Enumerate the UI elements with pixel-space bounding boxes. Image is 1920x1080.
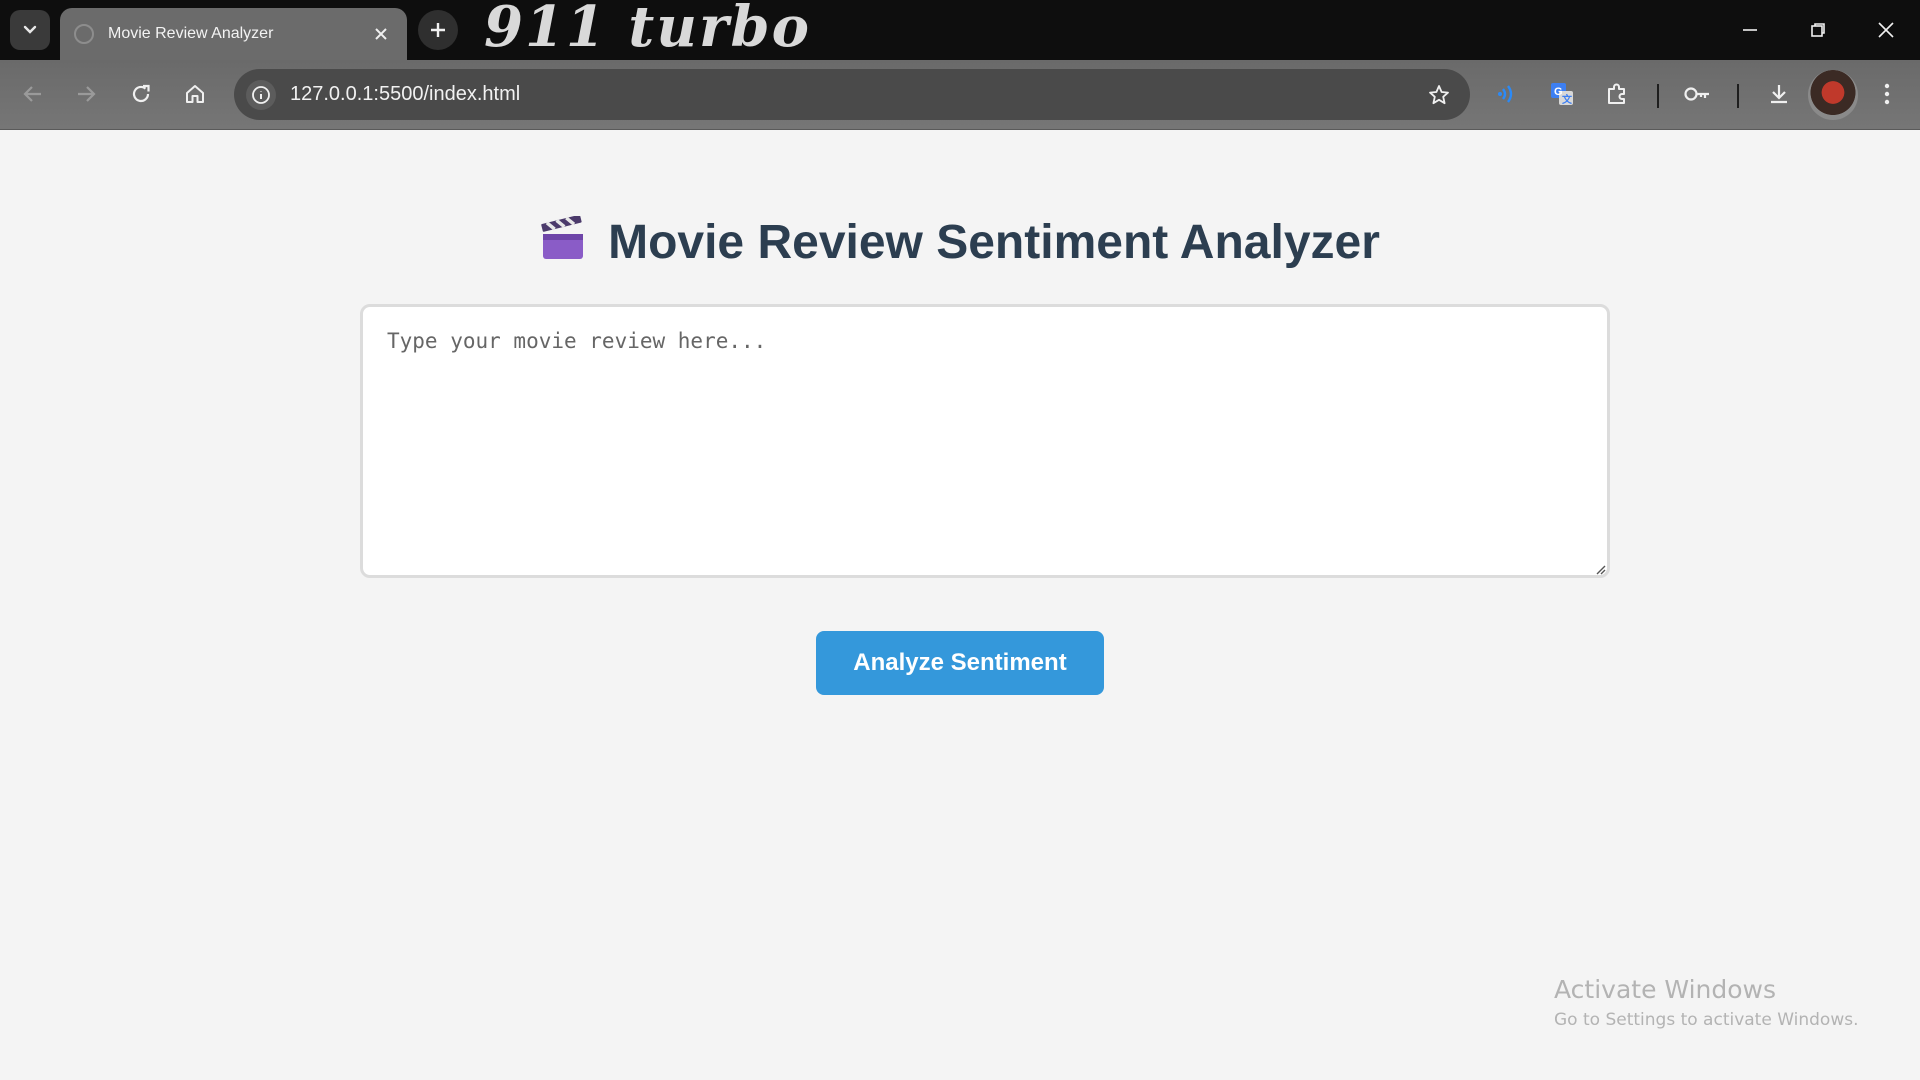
minimize-icon <box>1743 29 1757 31</box>
browser-tab-active[interactable]: Movie Review Analyzer <box>60 8 407 60</box>
review-textarea[interactable] <box>360 304 1610 578</box>
read-aloud-button[interactable] <box>1488 74 1528 114</box>
info-icon <box>252 85 270 104</box>
window-close-button[interactable] <box>1852 0 1920 60</box>
restore-icon <box>1811 23 1825 37</box>
extensions-icon <box>1608 83 1625 104</box>
browser-menu-button[interactable] <box>1867 74 1907 114</box>
profile-avatar[interactable] <box>1808 70 1858 120</box>
password-key-icon <box>1684 87 1709 101</box>
reload-icon <box>132 84 150 103</box>
tab-title: Movie Review Analyzer <box>108 25 274 42</box>
home-button[interactable] <box>175 74 215 114</box>
address-bar[interactable]: 127.0.0.1:5500/index.html <box>234 69 1470 120</box>
window-restore-button[interactable] <box>1784 0 1852 60</box>
translate-icon: G 文 <box>1551 83 1573 106</box>
home-icon <box>186 85 204 103</box>
window-minimize-button[interactable] <box>1716 0 1784 60</box>
svg-text:文: 文 <box>1562 93 1573 106</box>
analyze-sentiment-button[interactable]: Analyze Sentiment <box>816 631 1104 695</box>
password-manager-button[interactable] <box>1677 74 1717 114</box>
page-title: Movie Review Sentiment Analyzer <box>0 215 1920 274</box>
theme-logo-text: 911 turbo <box>484 0 811 60</box>
page-title-text: Movie Review Sentiment Analyzer <box>608 216 1380 269</box>
read-aloud-icon <box>1498 85 1513 103</box>
star-icon <box>1429 84 1449 104</box>
globe-icon <box>74 24 94 44</box>
browser-title-bar: Movie Review Analyzer 911 turbo <box>0 0 1920 60</box>
watermark-title: Activate Windows <box>1554 975 1776 1004</box>
kebab-menu-icon <box>1884 83 1890 105</box>
activate-windows-watermark: Activate Windows Go to Settings to activ… <box>1554 975 1859 1030</box>
page-content: Movie Review Sentiment Analyzer Analyze … <box>0 131 1920 1080</box>
reload-button[interactable] <box>121 74 161 114</box>
close-icon <box>375 28 387 40</box>
extensions-button[interactable] <box>1597 74 1637 114</box>
back-arrow-icon <box>23 86 41 102</box>
clapper-board-icon <box>540 215 586 274</box>
back-button[interactable] <box>13 74 53 114</box>
plus-icon <box>431 23 445 37</box>
browser-toolbar: 127.0.0.1:5500/index.html G 文 <box>0 60 1920 130</box>
bookmark-star-button[interactable] <box>1424 80 1454 110</box>
translate-button[interactable]: G 文 <box>1542 74 1582 114</box>
site-info-button[interactable] <box>246 79 276 110</box>
tab-search-button[interactable] <box>10 10 50 50</box>
forward-arrow-icon <box>78 86 96 102</box>
tab-close-button[interactable] <box>371 24 391 44</box>
window-close-icon <box>1878 22 1894 38</box>
chevron-down-icon <box>23 25 37 34</box>
new-tab-button[interactable] <box>418 10 458 50</box>
watermark-subtitle: Go to Settings to activate Windows. <box>1554 1010 1859 1030</box>
url-text[interactable]: 127.0.0.1:5500/index.html <box>290 83 1424 106</box>
download-icon <box>1771 85 1787 104</box>
resize-handle-icon[interactable] <box>1594 563 1606 575</box>
downloads-button[interactable] <box>1759 74 1799 114</box>
toolbar-divider <box>1737 84 1739 108</box>
forward-button[interactable] <box>66 74 106 114</box>
toolbar-divider <box>1657 84 1659 108</box>
